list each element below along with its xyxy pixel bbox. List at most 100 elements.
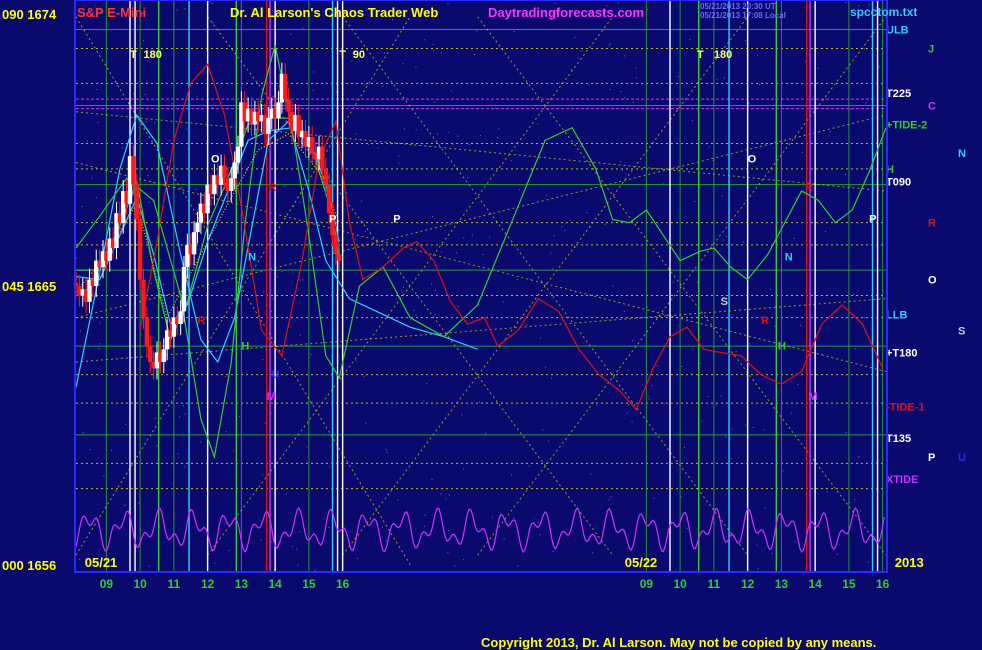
- star-dot: [385, 449, 387, 451]
- star-dot: [858, 456, 860, 458]
- candle-body: [191, 232, 197, 255]
- star-dot: [144, 93, 146, 95]
- star-dot: [551, 268, 553, 270]
- star-dot: [96, 197, 98, 199]
- star-dot: [850, 108, 852, 110]
- star-dot: [338, 204, 340, 206]
- star-dot: [434, 314, 436, 316]
- star-dot: [561, 226, 563, 228]
- top-left-price-label: 090 1674: [2, 7, 57, 22]
- star-dot: [542, 429, 544, 431]
- star-dot: [299, 334, 301, 336]
- right-side-label: XTIDE: [886, 474, 918, 486]
- star-dot: [156, 445, 158, 447]
- star-dot: [694, 201, 696, 203]
- star-dot: [435, 289, 436, 291]
- star-dot: [363, 376, 365, 378]
- star-dot: [482, 254, 484, 256]
- candle-body: [320, 146, 325, 169]
- star-dot: [845, 432, 847, 434]
- right-side-label: -TIDE-1: [886, 401, 925, 413]
- right-side-label: ULB: [886, 25, 909, 37]
- star-dot: [610, 496, 612, 498]
- star-dot: [401, 291, 403, 293]
- star-dot: [550, 252, 552, 254]
- star-dot: [456, 252, 458, 254]
- cycle-label: T: [130, 49, 137, 61]
- hour-tick-label: 12: [201, 577, 215, 591]
- star-dot: [81, 206, 83, 208]
- cycle-label: 180: [144, 49, 162, 61]
- star-dot: [155, 418, 157, 420]
- star-dot: [259, 243, 261, 245]
- star-dot: [577, 57, 579, 59]
- cycle-label: 180: [714, 49, 732, 61]
- star-dot: [260, 539, 262, 541]
- star-dot: [99, 322, 101, 324]
- star-dot: [299, 531, 301, 533]
- hour-tick-label: 12: [741, 577, 755, 591]
- star-dot: [597, 536, 599, 538]
- hour-tick-label: 13: [775, 577, 789, 591]
- copyright-notice: Copyright 2013, Dr. Al Larson. May not b…: [481, 635, 876, 650]
- star-dot: [496, 137, 498, 139]
- star-dot: [264, 422, 266, 424]
- star-dot: [829, 131, 831, 133]
- star-dot: [167, 188, 169, 190]
- star-dot: [528, 465, 530, 467]
- star-dot: [82, 432, 84, 434]
- right-side-label: LLB: [886, 310, 907, 322]
- star-dot: [138, 503, 140, 505]
- star-dot: [251, 84, 253, 86]
- star-dot: [529, 278, 531, 280]
- website-label: Daytradingforecasts.com: [488, 5, 644, 20]
- star-dot: [574, 36, 576, 38]
- star-dot: [795, 197, 797, 199]
- star-dot: [476, 30, 478, 32]
- file-name-label: spcctom.txt: [850, 5, 917, 19]
- star-dot: [176, 9, 178, 11]
- star-dot: [554, 2, 556, 4]
- star-dot: [488, 236, 490, 238]
- planet-label: M: [808, 391, 817, 403]
- star-dot: [825, 231, 827, 233]
- candle-body: [161, 349, 166, 362]
- star-dot: [447, 3, 449, 5]
- star-dot: [789, 347, 791, 349]
- planet-label: P: [393, 214, 400, 226]
- star-dot: [748, 102, 750, 104]
- right-side-label: R: [928, 218, 936, 230]
- star-dot: [716, 404, 718, 406]
- star-dot: [270, 310, 272, 312]
- star-dot: [867, 561, 869, 563]
- star-dot: [854, 499, 856, 501]
- candle-body: [134, 184, 139, 220]
- star-dot: [763, 429, 765, 431]
- star-dot: [540, 337, 542, 339]
- star-dot: [771, 552, 773, 554]
- star-dot: [121, 147, 123, 149]
- star-dot: [461, 414, 463, 416]
- star-dot: [620, 161, 622, 163]
- star-dot: [448, 494, 450, 496]
- star-dot: [708, 146, 710, 148]
- star-dot: [432, 216, 434, 218]
- star-dot: [377, 147, 379, 149]
- candle-body: [232, 162, 237, 179]
- candle-body: [326, 184, 332, 214]
- star-dot: [124, 504, 126, 506]
- star-dot: [759, 83, 761, 85]
- right-side-label: T090: [886, 177, 911, 189]
- star-dot: [632, 340, 634, 342]
- date-label: 05/22: [625, 555, 658, 570]
- star-dot: [110, 449, 112, 451]
- star-dot: [774, 325, 776, 327]
- star-dot: [691, 120, 693, 122]
- star-dot: [328, 526, 330, 528]
- star-dot: [147, 174, 149, 176]
- star-dot: [690, 373, 692, 375]
- star-dot: [471, 234, 473, 236]
- star-dot: [463, 468, 465, 470]
- star-dot: [80, 330, 82, 332]
- star-dot: [794, 541, 796, 543]
